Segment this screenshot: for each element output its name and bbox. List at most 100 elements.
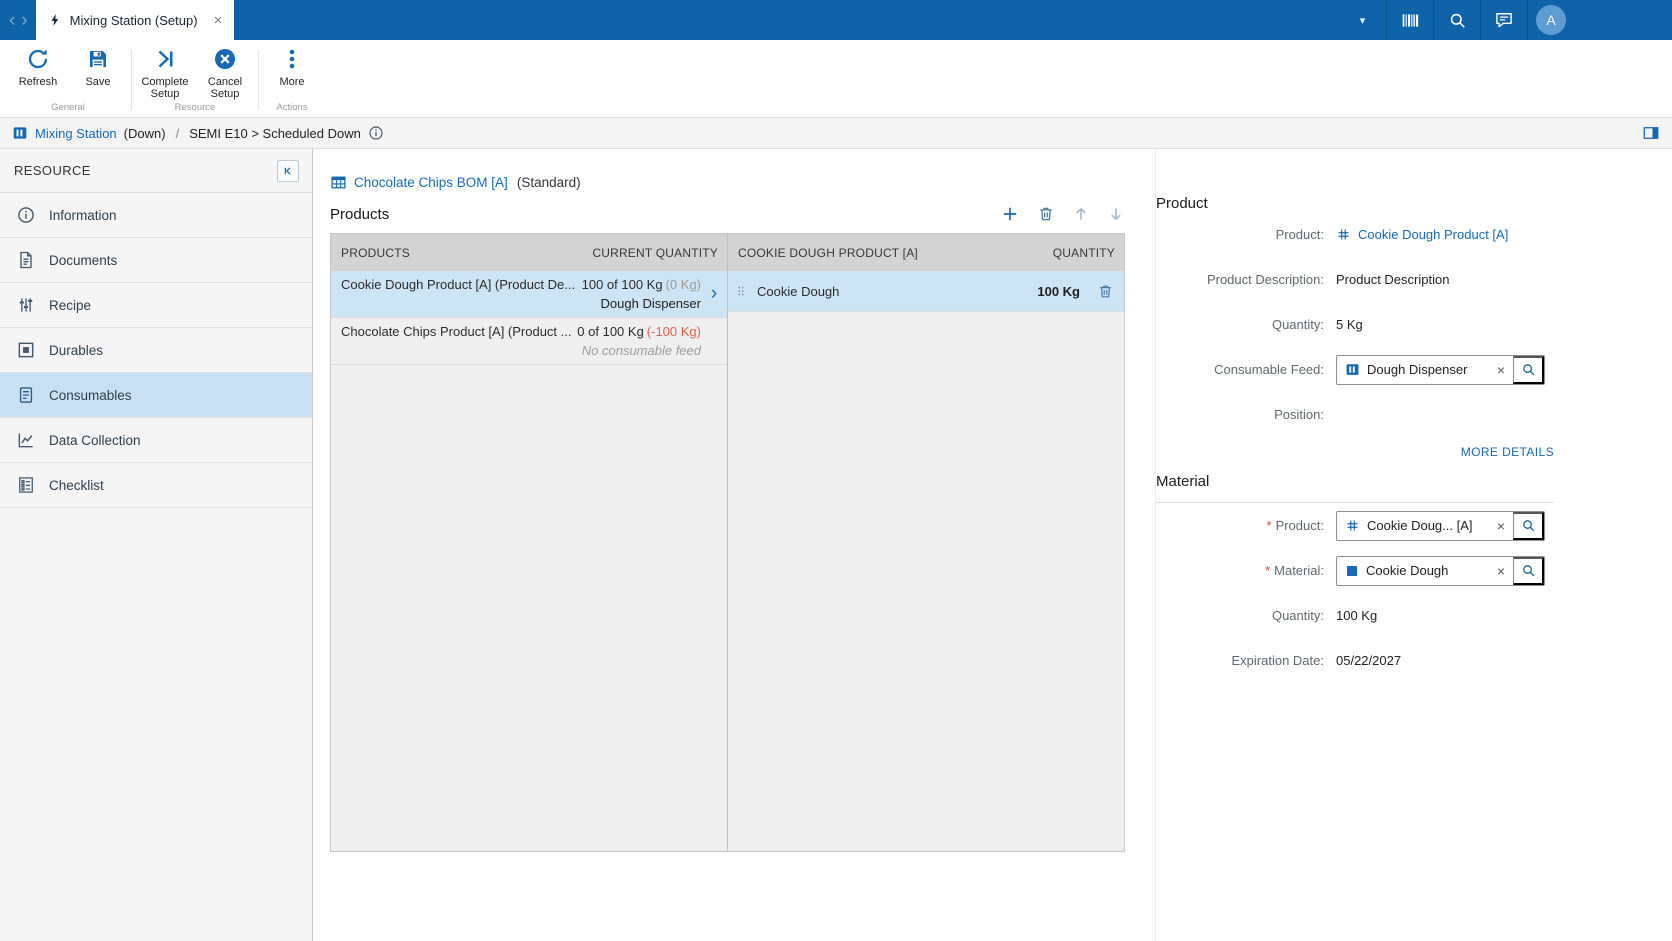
documents-icon — [16, 250, 36, 270]
info-icon[interactable] — [368, 125, 384, 141]
product-name: Cookie Dough Product [A] (Product De... — [341, 277, 576, 292]
clear-icon[interactable]: × — [1489, 518, 1513, 534]
field-product: Product: Cookie Dough Product [A] — [1156, 212, 1554, 257]
sidebar-item-recipe[interactable]: Recipe — [0, 283, 312, 328]
col-current-quantity: CURRENT QUANTITY — [592, 245, 718, 260]
picker-value: Cookie Doug... [A] — [1367, 518, 1473, 533]
breadcrumb-resource-link[interactable]: Mixing Station — [35, 126, 117, 141]
clear-icon[interactable]: × — [1489, 563, 1513, 579]
cancel-setup-icon — [213, 47, 237, 71]
sidebar-item-label: Recipe — [49, 297, 92, 313]
search-picker-button[interactable] — [1513, 511, 1544, 540]
field-label: Consumable Feed: — [1214, 362, 1324, 377]
field-quantity: Quantity: 5 Kg — [1156, 302, 1554, 347]
durables-icon — [16, 340, 36, 360]
more-details-link[interactable]: MORE DETAILS — [1461, 445, 1554, 459]
products-table-header: PRODUCTS CURRENT QUANTITY — [331, 234, 727, 271]
field-label: * Product: — [1266, 518, 1324, 533]
avatar: A — [1536, 5, 1566, 35]
recipe-sliders-icon — [16, 295, 36, 315]
cancel-setup-button[interactable]: Cancel Setup — [195, 40, 255, 101]
consumable-feed: No consumable feed — [581, 343, 701, 358]
required-marker: * — [1266, 518, 1272, 533]
table-row[interactable]: Cookie Dough Product [A] (Product De... … — [331, 271, 727, 318]
current-quantity: 0 of 100 Kg — [577, 324, 644, 339]
chevron-right-icon[interactable]: › — [701, 275, 727, 313]
field-value: 100 Kg — [1336, 608, 1378, 623]
layout-dropdown[interactable]: ▾ — [1339, 0, 1386, 40]
field-material-quantity: Quantity: 100 Kg — [1156, 593, 1554, 638]
bom-link[interactable]: Chocolate Chips BOM [A] — [354, 175, 508, 190]
quantity-delta: (0 Kg) — [665, 277, 701, 292]
more-button[interactable]: More — [262, 40, 322, 101]
consumable-feed-picker[interactable]: Dough Dispenser × — [1336, 354, 1545, 385]
open-panel-icon[interactable] — [1642, 124, 1660, 142]
bom-header: Chocolate Chips BOM [A] (Standard) — [330, 174, 1125, 191]
drag-handle-icon[interactable] — [734, 283, 748, 299]
ribbon-group-resource: Complete Setup Cancel Setup Resource — [135, 40, 255, 117]
table-row[interactable]: Chocolate Chips Product [A] (Product ...… — [331, 318, 727, 365]
col-products: PRODUCTS — [341, 245, 410, 260]
field-material-product: * Product: Cookie Doug... [A] × — [1156, 503, 1554, 548]
sidebar-item-consumables[interactable]: Consumables — [0, 373, 312, 418]
table-empty-area — [728, 312, 1124, 851]
sidebar-item-documents[interactable]: Documents — [0, 238, 312, 283]
field-value: Product Description — [1336, 272, 1450, 287]
close-icon[interactable]: × — [214, 12, 223, 29]
product-link[interactable]: Cookie Dough Product [A] — [1336, 227, 1508, 242]
topbar-actions: ▾ A — [1339, 0, 1672, 40]
field-product-description: Product Description: Product Description — [1156, 257, 1554, 302]
move-up-button[interactable] — [1072, 205, 1090, 223]
nav-back-icon[interactable]: ‹ — [9, 11, 15, 30]
sidebar: RESOURCE Information Documents Recipe Du… — [0, 149, 313, 941]
global-search-button[interactable] — [1433, 0, 1480, 40]
row-delete-button[interactable] — [1097, 283, 1114, 300]
ribbon-group-label: General — [51, 102, 85, 113]
complete-setup-button[interactable]: Complete Setup — [135, 40, 195, 101]
lightning-icon — [48, 12, 62, 28]
sidebar-item-information[interactable]: Information — [0, 193, 312, 238]
sidebar-item-label: Data Collection — [49, 432, 141, 448]
tab-mixing-station-setup[interactable]: Mixing Station (Setup) × — [35, 0, 235, 40]
ribbon-group-general: Refresh Save General — [8, 40, 128, 117]
barcode-scan-button[interactable] — [1386, 0, 1433, 40]
sidebar-item-checklist[interactable]: Checklist — [0, 463, 312, 508]
bom-variant: (Standard) — [516, 175, 581, 190]
ribbon-group-label: Actions — [276, 102, 308, 113]
breadcrumb-separator: / — [175, 125, 180, 141]
picker-value: Dough Dispenser — [1367, 362, 1468, 377]
product-icon — [1345, 518, 1360, 533]
move-down-button[interactable] — [1107, 205, 1125, 223]
sidebar-item-data-collection[interactable]: Data Collection — [0, 418, 312, 463]
material-name: Cookie Dough — [757, 283, 840, 299]
field-label: Product: — [1275, 227, 1324, 242]
chat-icon — [1494, 10, 1514, 30]
save-icon — [86, 47, 110, 71]
sidebar-item-label: Consumables — [49, 387, 132, 403]
sidebar-item-durables[interactable]: Durables — [0, 328, 312, 373]
consumables-icon — [16, 385, 36, 405]
nav-forward-icon[interactable]: › — [21, 11, 27, 30]
material-product-picker[interactable]: Cookie Doug... [A] × — [1336, 510, 1545, 541]
sidebar-item-label: Checklist — [49, 477, 104, 493]
delete-button[interactable] — [1037, 205, 1055, 223]
user-menu[interactable]: A — [1527, 0, 1574, 40]
products-section-title: Products — [330, 205, 390, 223]
table-row[interactable]: Cookie Dough 100 Kg — [728, 271, 1124, 312]
save-button[interactable]: Save — [68, 40, 128, 101]
ribbon-divider — [131, 50, 132, 110]
sidebar-header: RESOURCE — [0, 149, 312, 193]
add-button[interactable] — [1000, 204, 1020, 224]
refresh-button[interactable]: Refresh — [8, 40, 68, 101]
messages-button[interactable] — [1480, 0, 1527, 40]
search-picker-button[interactable] — [1513, 355, 1544, 384]
search-picker-button[interactable] — [1513, 556, 1544, 585]
sidebar-item-label: Durables — [49, 342, 104, 358]
material-picker[interactable]: Cookie Dough × — [1336, 555, 1545, 586]
clear-icon[interactable]: × — [1489, 362, 1513, 378]
field-material: * Material: Cookie Dough × — [1156, 548, 1554, 593]
sidebar-collapse-button[interactable] — [277, 159, 299, 182]
products-toolbar: Products — [330, 204, 1125, 224]
breadcrumb: Mixing Station (Down) / SEMI E10 > Sched… — [0, 118, 1672, 149]
history-nav: ‹ › — [0, 0, 36, 40]
